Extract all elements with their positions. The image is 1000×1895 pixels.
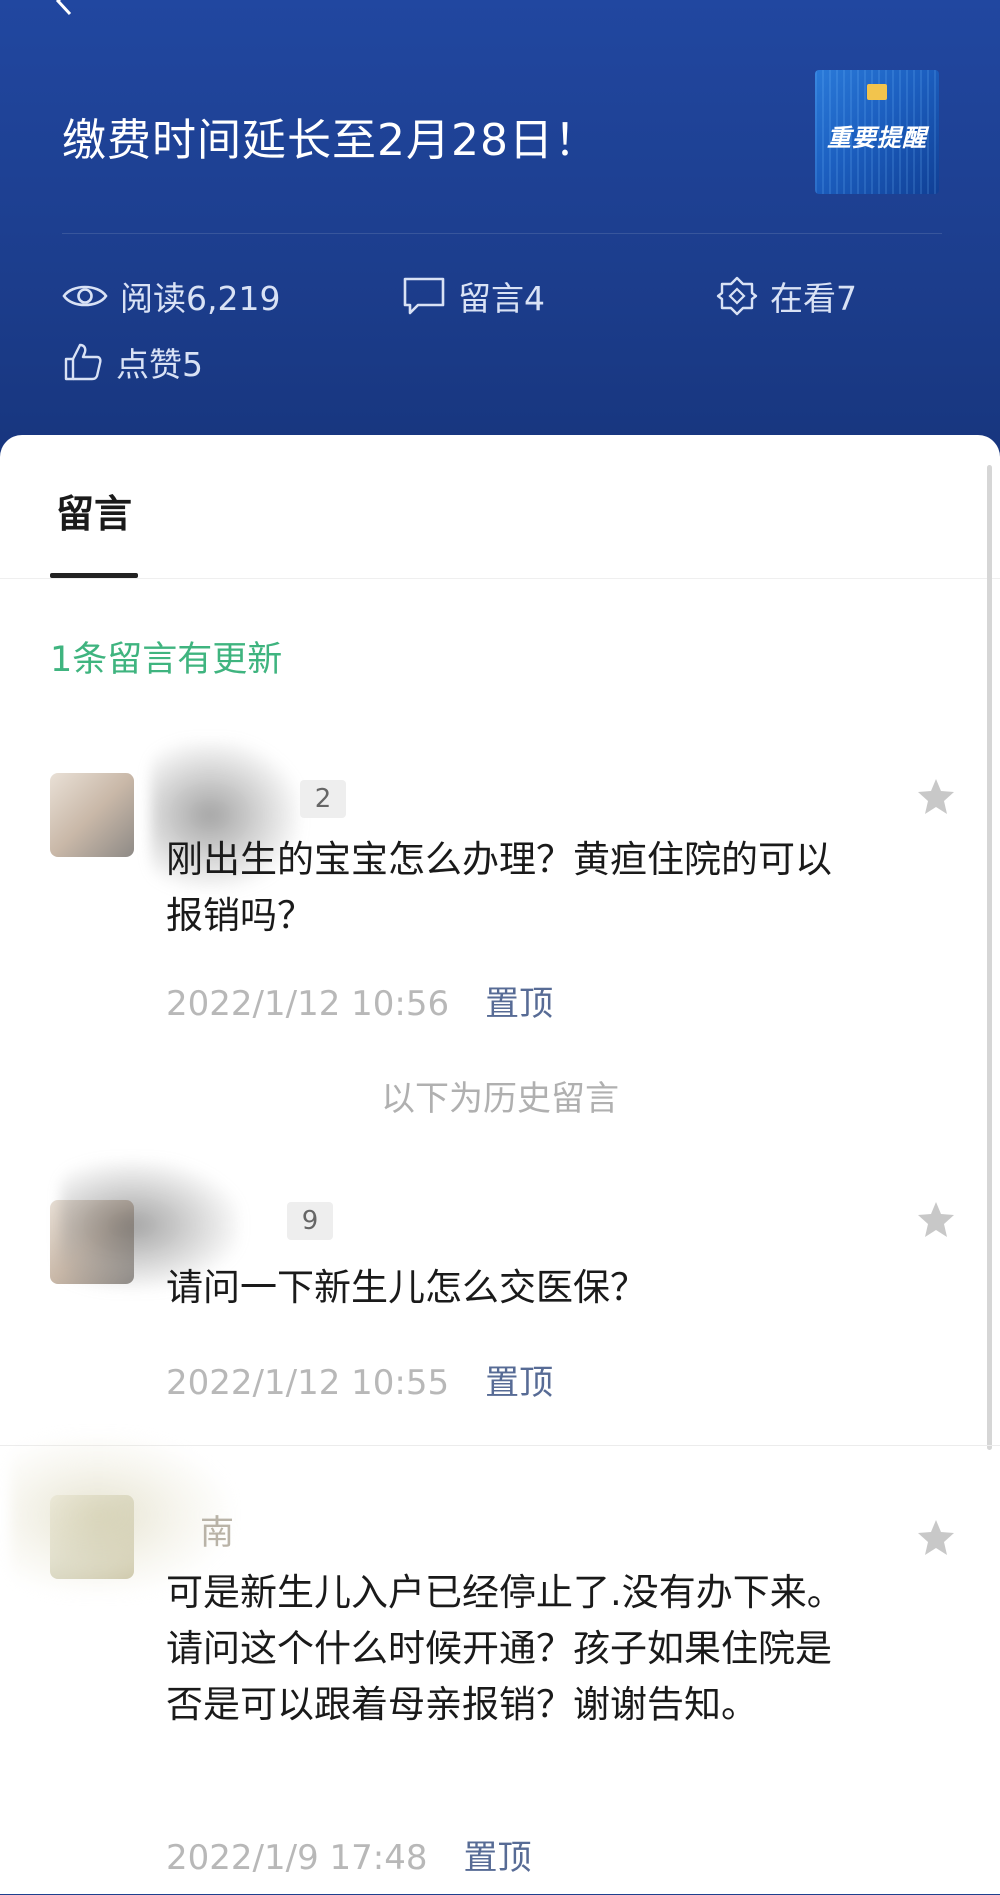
comment-count-label: 留言4 bbox=[458, 279, 545, 318]
watching-count[interactable]: 在看7 bbox=[716, 272, 857, 320]
tab-divider bbox=[0, 578, 1000, 579]
comment-item: 2 刚出生的宝宝怎么办理？黄疸住院的可以报销吗？ 2022/1/12 10:56… bbox=[0, 735, 1000, 1065]
user-name: 南 bbox=[200, 1513, 234, 1553]
comments-panel: 留言 1条留言有更新 2 刚出生的宝宝怎么办理？黄疸住院的可以报销吗？ 2022… bbox=[0, 435, 1000, 1894]
pin-button[interactable]: 置顶 bbox=[485, 984, 553, 1024]
comment-icon bbox=[403, 277, 445, 315]
comment-meta: 2022/1/9 17:48 置顶 bbox=[166, 1830, 532, 1879]
comment-meta: 2022/1/12 10:55 置顶 bbox=[166, 1355, 553, 1404]
read-count-label: 阅读6,219 bbox=[120, 279, 281, 318]
like-count[interactable]: 点赞5 bbox=[62, 338, 203, 386]
avatar[interactable] bbox=[50, 773, 134, 857]
eye-icon bbox=[62, 285, 108, 307]
star-icon[interactable] bbox=[916, 1200, 956, 1240]
history-separator: 以下为历史留言 bbox=[381, 1079, 619, 1119]
tab-comments[interactable]: 留言 bbox=[56, 483, 132, 538]
comment-time: 2022/1/9 17:48 bbox=[166, 1838, 428, 1878]
comment-time: 2022/1/12 10:56 bbox=[166, 984, 450, 1024]
article-header: 缴费时间延长至2月28日！ 重要提醒 阅读6,219 留言4 在看7 点赞5 bbox=[0, 0, 1000, 470]
update-notice[interactable]: 1条留言有更新 bbox=[50, 631, 282, 682]
header-divider bbox=[62, 233, 942, 234]
user-level-badge: 9 bbox=[287, 1202, 333, 1240]
comment-text: 请问一下新生儿怎么交医保？ bbox=[166, 1266, 647, 1309]
article-title: 缴费时间延长至2月28日！ bbox=[62, 115, 599, 166]
comment-item: 南 可是新生儿入户已经停止了.没有办下来。请问这个什么时候开通？孩子如果住院是否… bbox=[0, 1435, 1000, 1895]
logo-icon bbox=[867, 84, 887, 100]
read-count: 阅读6,219 bbox=[62, 272, 280, 320]
thumbnail-caption: 重要提醒 bbox=[827, 123, 927, 152]
watching-count-label: 在看7 bbox=[770, 279, 857, 318]
comment-text: 可是新生儿入户已经停止了.没有办下来。请问这个什么时候开通？孩子如果住院是否是可… bbox=[166, 1571, 844, 1726]
article-thumbnail[interactable]: 重要提醒 bbox=[815, 70, 939, 194]
comment-count[interactable]: 留言4 bbox=[402, 272, 545, 320]
star-icon[interactable] bbox=[916, 1518, 956, 1558]
comment-time: 2022/1/12 10:55 bbox=[166, 1363, 450, 1403]
comment-text: 刚出生的宝宝怎么办理？黄疸住院的可以报销吗？ bbox=[166, 838, 832, 937]
pin-button[interactable]: 置顶 bbox=[464, 1838, 532, 1878]
thumbs-up-icon bbox=[64, 343, 102, 381]
back-arrow-icon[interactable] bbox=[50, 0, 80, 16]
comment-meta: 2022/1/12 10:56 置顶 bbox=[166, 976, 553, 1025]
user-level-badge: 2 bbox=[300, 780, 346, 818]
like-count-label: 点赞5 bbox=[116, 345, 203, 384]
watching-icon bbox=[716, 276, 758, 316]
star-icon[interactable] bbox=[916, 777, 956, 817]
pin-button[interactable]: 置顶 bbox=[485, 1363, 553, 1403]
